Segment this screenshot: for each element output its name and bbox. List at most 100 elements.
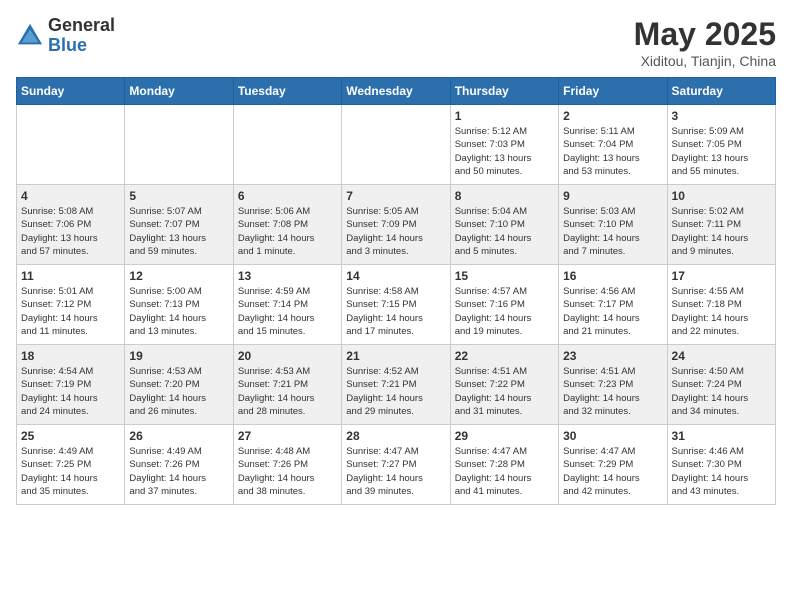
calendar-cell: 7Sunrise: 5:05 AM Sunset: 7:09 PM Daylig… [342,185,450,265]
calendar-cell: 26 Sunrise: 4:49 AM Sunset: 7:26 PM Dayli… [125,425,233,505]
calendar-cell [17,105,125,185]
weekday-header-sunday: Sunday [17,78,125,105]
weekday-header-wednesday: Wednesday [342,78,450,105]
day-info: Sunrise: 5:03 AM Sunset: 7:10 PM Dayligh… [563,205,662,258]
day-info: Sunrise: 4:46 AM Sunset: 7:30 PM Dayligh… [672,445,771,498]
day-info: Sunrise: 4:56 AM Sunset: 7:17 PM Dayligh… [563,285,662,338]
calendar-cell: 10Sunrise: 5:02 AM Sunset: 7:11 PM Dayli… [667,185,775,265]
logo-general-text: General [48,15,115,35]
day-info: Sunrise: 4:50 AM Sunset: 7:24 PM Dayligh… [672,365,771,418]
calendar-week-row: 25Sunrise: 4:49 AM Sunset: 7:25 PM Dayli… [17,425,776,505]
calendar-cell: 2 Sunrise: 5:11 AM Sunset: 7:04 PM Daylig… [559,105,667,185]
calendar-cell: 17 Sunrise: 4:55 AM Sunset: 7:18 PM Dayli… [667,265,775,345]
calendar-cell: 20 Sunrise: 4:53 AM Sunset: 7:21 PM Dayli… [233,345,341,425]
calendar-cell: 25Sunrise: 4:49 AM Sunset: 7:25 PM Dayli… [17,425,125,505]
weekday-header-row: SundayMondayTuesdayWednesdayThursdayFrid… [17,78,776,105]
day-info: Sunrise: 5:05 AM Sunset: 7:09 PM Dayligh… [346,205,445,258]
title-block: May 2025 Xiditou, Tianjin, China [634,16,776,69]
day-info: Sunrise: 4:47 AM Sunset: 7:28 PM Dayligh… [455,445,554,498]
calendar-cell [233,105,341,185]
day-number: 14 [346,269,445,283]
calendar-cell: 29 Sunrise: 4:47 AM Sunset: 7:28 PM Dayli… [450,425,558,505]
location-text: Xiditou, Tianjin, China [634,53,776,69]
day-info: Sunrise: 5:04 AM Sunset: 7:10 PM Dayligh… [455,205,554,258]
day-number: 6 [238,189,337,203]
day-number: 18 [21,349,120,363]
day-number: 19 [129,349,228,363]
calendar-cell: 30 Sunrise: 4:47 AM Sunset: 7:29 PM Dayli… [559,425,667,505]
calendar-cell: 23Sunrise: 4:51 AM Sunset: 7:23 PM Dayli… [559,345,667,425]
day-number: 10 [672,189,771,203]
calendar-cell [125,105,233,185]
day-info: Sunrise: 4:49 AM Sunset: 7:26 PM Dayligh… [129,445,228,498]
calendar-cell: 3Sunrise: 5:09 AM Sunset: 7:05 PM Daylig… [667,105,775,185]
day-info: Sunrise: 5:11 AM Sunset: 7:04 PM Dayligh… [563,125,662,178]
logo-icon [16,22,44,50]
day-number: 26 [129,429,228,443]
day-number: 17 [672,269,771,283]
day-info: Sunrise: 4:55 AM Sunset: 7:18 PM Dayligh… [672,285,771,338]
day-number: 20 [238,349,337,363]
calendar-table: SundayMondayTuesdayWednesdayThursdayFrid… [16,77,776,505]
weekday-header-friday: Friday [559,78,667,105]
day-number: 28 [346,429,445,443]
day-info: Sunrise: 4:47 AM Sunset: 7:29 PM Dayligh… [563,445,662,498]
weekday-header-thursday: Thursday [450,78,558,105]
day-number: 31 [672,429,771,443]
calendar-cell: 13 Sunrise: 4:59 AM Sunset: 7:14 PM Dayli… [233,265,341,345]
day-info: Sunrise: 4:54 AM Sunset: 7:19 PM Dayligh… [21,365,120,418]
calendar-cell: 1 Sunrise: 5:12 AM Sunset: 7:03 PM Daylig… [450,105,558,185]
logo: General Blue [16,16,115,56]
day-info: Sunrise: 5:06 AM Sunset: 7:08 PM Dayligh… [238,205,337,258]
calendar-cell: 27 Sunrise: 4:48 AM Sunset: 7:26 PM Dayli… [233,425,341,505]
day-number: 21 [346,349,445,363]
weekday-header-tuesday: Tuesday [233,78,341,105]
day-info: Sunrise: 5:00 AM Sunset: 7:13 PM Dayligh… [129,285,228,338]
calendar-cell: 9Sunrise: 5:03 AM Sunset: 7:10 PM Daylig… [559,185,667,265]
day-number: 24 [672,349,771,363]
day-number: 30 [563,429,662,443]
calendar-cell: 14 Sunrise: 4:58 AM Sunset: 7:15 PM Dayli… [342,265,450,345]
day-info: Sunrise: 4:49 AM Sunset: 7:25 PM Dayligh… [21,445,120,498]
day-number: 15 [455,269,554,283]
weekday-header-saturday: Saturday [667,78,775,105]
calendar-week-row: 4 Sunrise: 5:08 AM Sunset: 7:06 PM Daylig… [17,185,776,265]
day-number: 4 [21,189,120,203]
calendar-week-row: 1 Sunrise: 5:12 AM Sunset: 7:03 PM Daylig… [17,105,776,185]
day-number: 5 [129,189,228,203]
calendar-cell: 15 Sunrise: 4:57 AM Sunset: 7:16 PM Dayli… [450,265,558,345]
day-info: Sunrise: 4:53 AM Sunset: 7:21 PM Dayligh… [238,365,337,418]
day-number: 13 [238,269,337,283]
calendar-week-row: 11 Sunrise: 5:01 AM Sunset: 7:12 PM Dayli… [17,265,776,345]
day-info: Sunrise: 5:01 AM Sunset: 7:12 PM Dayligh… [21,285,120,338]
day-number: 16 [563,269,662,283]
day-info: Sunrise: 4:59 AM Sunset: 7:14 PM Dayligh… [238,285,337,338]
calendar-cell [342,105,450,185]
day-number: 11 [21,269,120,283]
day-info: Sunrise: 5:08 AM Sunset: 7:06 PM Dayligh… [21,205,120,258]
calendar-cell: 22Sunrise: 4:51 AM Sunset: 7:22 PM Dayli… [450,345,558,425]
day-info: Sunrise: 4:51 AM Sunset: 7:23 PM Dayligh… [563,365,662,418]
day-number: 27 [238,429,337,443]
day-number: 8 [455,189,554,203]
day-info: Sunrise: 4:58 AM Sunset: 7:15 PM Dayligh… [346,285,445,338]
calendar-cell: 8 Sunrise: 5:04 AM Sunset: 7:10 PM Daylig… [450,185,558,265]
calendar-cell: 6 Sunrise: 5:06 AM Sunset: 7:08 PM Daylig… [233,185,341,265]
calendar-cell: 28 Sunrise: 4:47 AM Sunset: 7:27 PM Dayli… [342,425,450,505]
weekday-header-monday: Monday [125,78,233,105]
calendar-cell: 12Sunrise: 5:00 AM Sunset: 7:13 PM Dayli… [125,265,233,345]
calendar-cell: 24 Sunrise: 4:50 AM Sunset: 7:24 PM Dayli… [667,345,775,425]
day-info: Sunrise: 5:12 AM Sunset: 7:03 PM Dayligh… [455,125,554,178]
day-number: 29 [455,429,554,443]
calendar-cell: 11 Sunrise: 5:01 AM Sunset: 7:12 PM Dayli… [17,265,125,345]
month-title: May 2025 [634,16,776,53]
calendar-cell: 16 Sunrise: 4:56 AM Sunset: 7:17 PM Dayli… [559,265,667,345]
calendar-cell: 18 Sunrise: 4:54 AM Sunset: 7:19 PM Dayli… [17,345,125,425]
day-number: 2 [563,109,662,123]
day-number: 1 [455,109,554,123]
day-number: 3 [672,109,771,123]
calendar-cell: 5Sunrise: 5:07 AM Sunset: 7:07 PM Daylig… [125,185,233,265]
day-info: Sunrise: 4:57 AM Sunset: 7:16 PM Dayligh… [455,285,554,338]
day-info: Sunrise: 4:47 AM Sunset: 7:27 PM Dayligh… [346,445,445,498]
day-info: Sunrise: 4:48 AM Sunset: 7:26 PM Dayligh… [238,445,337,498]
